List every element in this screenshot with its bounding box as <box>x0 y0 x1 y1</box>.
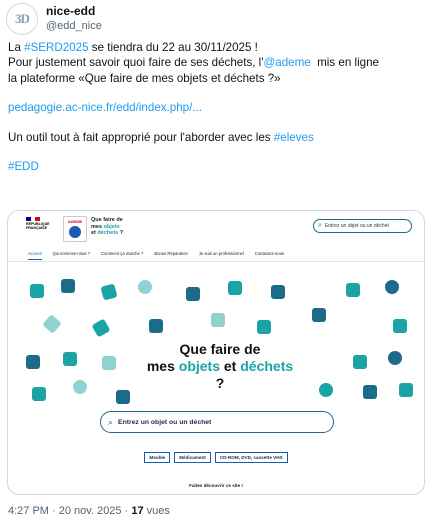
chip-meuble[interactable]: Meuble <box>144 452 171 463</box>
text-segment: se tiendra du 22 au 30/11/2025 ! <box>88 41 258 54</box>
main-search-input[interactable]: ⌕ Entrez un objet ou un déchet <box>100 411 334 433</box>
gov-logo-text: RÉPUBLIQUE FRANÇAISE <box>26 222 50 230</box>
ademe-label: ADEME <box>67 219 83 224</box>
tweet-line-4: Un outil tout à fait approprié pour l'ab… <box>8 130 424 145</box>
ademe-emblem-icon <box>69 226 81 238</box>
views-label: vues <box>143 505 170 517</box>
bulb-icon <box>73 380 87 394</box>
bottle-icon <box>271 285 285 299</box>
tweet-meta: 4:27 PM · 20 nov. 2025 · 17 vues <box>8 505 170 517</box>
syringe-icon <box>91 318 111 338</box>
text-segment: ? <box>215 375 225 391</box>
nav-item-contact[interactable]: Contactez-nous <box>255 251 284 260</box>
tweet-link[interactable]: pedagogie.ac-nice.fr/edd/index.php/... <box>8 101 202 114</box>
site-title: Que faire de mes objets et déchets ? <box>91 217 123 237</box>
text-segment: Un outil tout à fait approprié pour l'ab… <box>8 130 274 144</box>
text-segment: et <box>220 358 241 374</box>
header-search-placeholder: Entrez un objet ou un déchet <box>324 223 389 229</box>
tweet-line-1: La #SERD2025 se tiendra du 22 au 30/11/2… <box>8 40 424 55</box>
car-icon <box>346 283 360 297</box>
chip-cd-rom[interactable]: CD-ROM, DVD, cassette VHS <box>214 452 288 463</box>
nav-item-professionnel[interactable]: Je suis un professionnel <box>199 251 244 260</box>
site-title-line: mes objets <box>91 224 123 231</box>
handle[interactable]: @edd_nice <box>46 19 102 34</box>
tool-icon <box>228 281 242 295</box>
tweet-time[interactable]: 4:27 PM <box>8 505 49 517</box>
tweet-line-3: la plateforme «Que faire de mes objets e… <box>8 71 281 85</box>
trumpet-icon <box>102 356 116 370</box>
nav-item-comment-ca-marche[interactable]: Comment ça marche ? <box>101 251 143 260</box>
tweet-date[interactable]: 20 nov. 2025 <box>59 505 122 517</box>
stool-icon <box>363 385 377 399</box>
avatar-logo-text: 3D <box>15 11 30 26</box>
fire-extinguisher-icon <box>399 383 413 397</box>
author-names: nice-edd @edd_nice <box>46 4 102 34</box>
nav-item-bonus-reparation[interactable]: Bonus Réparation <box>154 251 188 260</box>
text-segment: objets <box>178 358 220 374</box>
text-segment: mes <box>146 358 179 374</box>
carton-icon <box>257 320 271 334</box>
paint-brush-icon <box>211 313 225 327</box>
site-header: RÉPUBLIQUE FRANÇAISE ADEME Que faire de … <box>8 211 424 245</box>
teddy-bear-icon <box>385 280 399 294</box>
bag-icon <box>63 352 77 366</box>
text-segment: mes <box>91 223 104 230</box>
search-icon: ⌕ <box>108 416 114 427</box>
hero-title: Que faire de mes objets et déchets ? <box>144 341 296 392</box>
text-segment: déchets <box>97 230 119 237</box>
spray-bottle-icon <box>312 308 326 322</box>
radio-icon <box>30 284 44 298</box>
republique-francaise-logo: RÉPUBLIQUE FRANÇAISE <box>26 217 52 239</box>
shirt-icon <box>100 283 118 301</box>
building-icon <box>61 279 75 293</box>
hashtag-serd2025[interactable]: #SERD2025 <box>24 41 88 54</box>
text-segment: ? <box>118 230 124 237</box>
text-segment: La <box>8 41 25 54</box>
washing-machine-icon <box>26 355 40 369</box>
ball-icon <box>319 383 333 397</box>
tweet-text: La #SERD2025 se tiendra du 22 au 30/11/2… <box>8 40 424 174</box>
search-icon: ⌕ <box>318 222 322 229</box>
nav-divider <box>8 261 424 262</box>
text-segment: objets <box>103 223 120 230</box>
text-segment: déchets <box>240 358 294 374</box>
hashtag-eleves[interactable]: #eleves <box>274 131 314 144</box>
solar-panel-icon <box>116 390 130 404</box>
vacuum-icon <box>393 319 407 333</box>
hashtag-edd[interactable]: #EDD <box>8 160 39 173</box>
display-name[interactable]: nice-edd <box>46 4 102 19</box>
header-search-input[interactable]: ⌕ Entrez un objet ou un déchet <box>313 219 412 233</box>
hero-line: mes objets et déchets ? <box>144 358 296 392</box>
tweet-header: 3D nice-edd @edd_nice <box>6 2 102 36</box>
text-segment: mis en ligne <box>310 56 380 70</box>
text-segment: Pour justement savoir quoi faire de ses … <box>8 56 264 70</box>
fan-icon <box>138 280 152 294</box>
link-preview-card[interactable]: RÉPUBLIQUE FRANÇAISE ADEME Que faire de … <box>7 210 425 495</box>
mention-ademe[interactable]: @ademe <box>263 56 310 69</box>
site-title-line: et déchets ? <box>91 230 123 237</box>
suggestion-chips: Meuble Médicament CD-ROM, DVD, cassette … <box>8 452 424 463</box>
car-part-icon <box>186 287 200 301</box>
separator: · <box>121 505 132 517</box>
ademe-logo: ADEME <box>63 216 87 242</box>
tire-icon <box>388 351 402 365</box>
avatar[interactable]: 3D <box>6 3 38 35</box>
chair-icon <box>32 387 46 401</box>
sneaker-icon <box>353 355 367 369</box>
site-title-line: Que faire de <box>91 217 123 223</box>
pen-icon <box>42 314 62 334</box>
hero-line: Que faire de <box>179 341 261 357</box>
tweet-line-2: Pour justement savoir quoi faire de ses … <box>8 55 424 70</box>
separator: · <box>48 505 59 517</box>
scissors-icon <box>149 319 163 333</box>
chip-medicament[interactable]: Médicament <box>174 452 211 463</box>
main-search-placeholder: Entrez un objet ou un déchet <box>118 418 212 426</box>
nav-item-accueil[interactable]: Accueil <box>28 251 42 260</box>
discover-text: Faites découvrir ce site ! <box>189 483 243 488</box>
site-nav: Accueil Qui sommes-nous ? Comment ça mar… <box>28 251 295 260</box>
flag-icon <box>26 217 41 221</box>
views-count: 17 <box>131 505 144 517</box>
nav-item-qui-sommes-nous[interactable]: Qui sommes-nous ? <box>53 251 90 260</box>
